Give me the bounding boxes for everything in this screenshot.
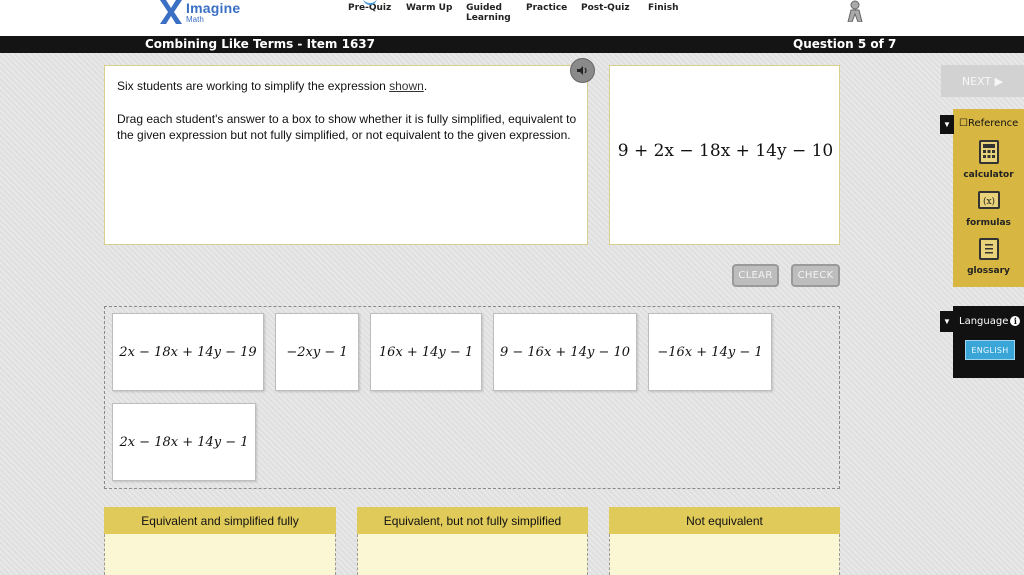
- info-icon[interactable]: i: [1010, 316, 1021, 326]
- language-collapse-icon[interactable]: ▼: [940, 311, 954, 332]
- drop-zone-area[interactable]: [357, 534, 588, 575]
- imagine-math-logo: Imagine Math: [158, 0, 248, 28]
- drop-zone-area[interactable]: [609, 534, 840, 575]
- lesson-title-bar: Combining Like Terms - Item 1637 Questio…: [0, 36, 1024, 53]
- answer-tile-2[interactable]: −2xy − 1: [275, 313, 359, 391]
- question-panel: Six students are working to simplify the…: [104, 65, 588, 245]
- drop-zone-label: Equivalent, but not fully simplified: [357, 507, 588, 534]
- shown-link[interactable]: shown: [389, 79, 424, 93]
- audio-speaker-icon[interactable]: [570, 58, 595, 83]
- avatar-icon[interactable]: [842, 0, 868, 23]
- nav-warm-up[interactable]: Warm Up: [406, 3, 452, 13]
- answer-tile-1[interactable]: 2x − 18x + 14y − 19: [112, 313, 264, 391]
- nav-pre-quiz[interactable]: Pre-Quiz: [348, 3, 391, 13]
- nav-post-quiz[interactable]: Post-Quiz: [581, 3, 630, 13]
- drop-zone-not-equivalent[interactable]: Not equivalent: [609, 507, 840, 575]
- nav-guided-learning[interactable]: Guided Learning: [466, 3, 511, 23]
- answer-tile-4[interactable]: 9 − 16x + 14y − 10: [493, 313, 637, 391]
- calculator-icon: [979, 140, 999, 164]
- lesson-title: Combining Like Terms - Item 1637: [145, 37, 376, 51]
- next-button[interactable]: NEXT ▶: [941, 65, 1024, 97]
- given-expression: 9 + 2x − 18x + 14y − 10: [617, 141, 834, 161]
- svg-text:(x): (x): [983, 196, 995, 207]
- answer-tile-3[interactable]: 16x + 14y − 1: [370, 313, 482, 391]
- nav-practice[interactable]: Practice: [526, 3, 567, 13]
- question-progress: Question 5 of 7: [793, 37, 897, 51]
- clear-button[interactable]: CLEAR: [732, 264, 779, 287]
- drop-zone-label: Not equivalent: [609, 507, 840, 534]
- nav-finish[interactable]: Finish: [648, 3, 679, 13]
- question-instructions: Drag each student's answer to a box to s…: [117, 112, 577, 142]
- brand-name: Imagine: [186, 0, 241, 16]
- answer-tile-5[interactable]: −16x + 14y − 1: [648, 313, 772, 391]
- check-button[interactable]: CHECK: [791, 264, 840, 287]
- english-language-button[interactable]: ENGLISH: [965, 340, 1015, 360]
- brand-sub: Math: [186, 15, 204, 24]
- reference-collapse-icon[interactable]: ▼: [940, 115, 954, 134]
- drop-zone-label: Equivalent and simplified fully: [104, 507, 336, 534]
- language-title[interactable]: Language i: [959, 316, 1021, 327]
- answer-tile-6[interactable]: 2x − 18x + 14y − 1: [112, 403, 256, 481]
- logo-x-icon: [160, 0, 182, 24]
- formulas-icon: (x): [978, 191, 1000, 209]
- question-intro: Six students are working to simplify the…: [117, 79, 428, 93]
- glossary-icon: [979, 238, 999, 260]
- reference-title[interactable]: ☐Reference: [959, 118, 1018, 129]
- top-nav: Imagine Math Pre-Quiz Warm Up Guided Lea…: [0, 0, 1024, 36]
- drop-zone-not-simplified[interactable]: Equivalent, but not fully simplified: [357, 507, 588, 575]
- drop-zone-area[interactable]: [104, 534, 336, 575]
- drop-zone-simplified[interactable]: Equivalent and simplified fully: [104, 507, 336, 575]
- expression-panel: 9 + 2x − 18x + 14y − 10: [609, 65, 840, 245]
